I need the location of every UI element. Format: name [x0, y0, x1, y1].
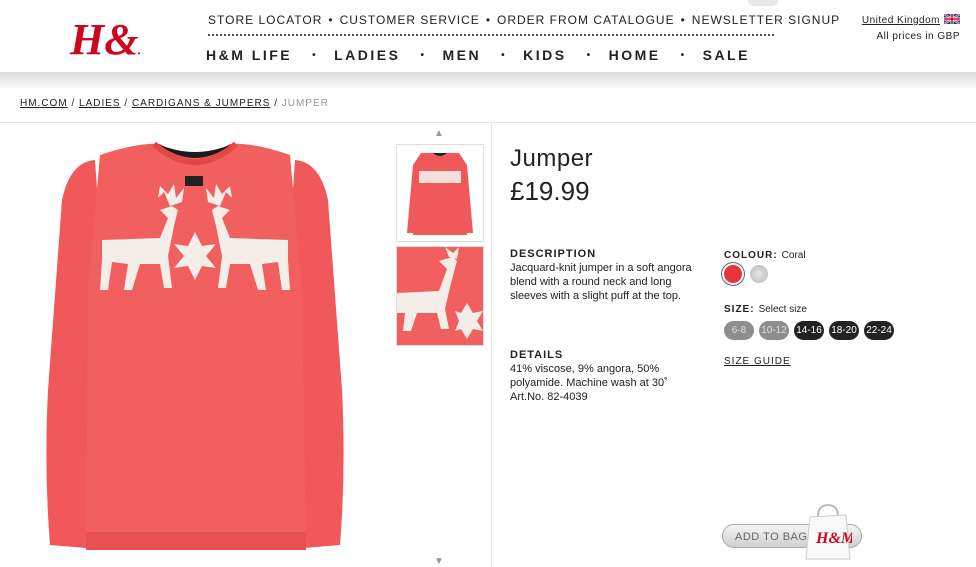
breadcrumb-current: JUMPER — [281, 98, 329, 109]
store-locator-link[interactable]: STORE LOCATOR — [208, 13, 322, 27]
size-options: 6-8 10-12 14-16 18-20 22-24 — [724, 320, 899, 340]
customer-service-link[interactable]: CUSTOMER SERVICE — [340, 13, 480, 27]
breadcrumb-cardigans-jumpers[interactable]: CARDIGANS & JUMPERS — [132, 98, 270, 109]
product-thumbnail-detail[interactable] — [396, 246, 484, 346]
size-option-22-24[interactable]: 22-24 — [864, 321, 894, 340]
order-from-catalogue-link[interactable]: ORDER FROM CATALOGUE — [497, 13, 675, 27]
product-main-image[interactable] — [40, 140, 350, 560]
nav-divider — [208, 34, 774, 36]
site-header: H&M STORE LOCATOR • CUSTOMER SERVICE • ORDER… — [0, 0, 976, 72]
size-option-6-8[interactable]: 6-8 — [724, 321, 754, 340]
svg-text:H&M: H&M — [69, 15, 140, 62]
region-selector: United Kingdom All prices in GBP — [862, 14, 960, 42]
breadcrumb-separator: / — [274, 98, 278, 109]
nav-item-men[interactable]: MEN — [442, 47, 481, 63]
nav-separator: • — [680, 13, 686, 27]
product-thumbnail-image — [407, 153, 473, 235]
colour-swatch-coral[interactable] — [724, 265, 742, 283]
header-shadow — [0, 72, 976, 88]
product-thumbnail-detail-image — [397, 247, 483, 345]
details-heading: DETAILS — [510, 349, 564, 361]
breadcrumb-separator: / — [71, 98, 76, 109]
newsletter-signup-link[interactable]: NEWSLETTER SIGNUP — [692, 13, 840, 27]
details-composition: 41% viscose, 9% angora, 50% polyamide. M… — [510, 363, 668, 389]
column-divider — [491, 122, 492, 567]
details-article-number: Art.No. 82-4039 — [510, 391, 588, 403]
colour-value: Coral — [781, 250, 806, 261]
nav-separator: • — [420, 50, 427, 61]
nav-separator: • — [328, 13, 334, 27]
description-heading: DESCRIPTION — [510, 248, 597, 260]
size-label: SIZE: Select size — [724, 304, 807, 315]
nav-item-hm-life[interactable]: H&M LIFE — [206, 47, 292, 63]
nav-separator: • — [680, 50, 687, 61]
svg-text:H&M: H&M — [815, 530, 852, 547]
uk-flag-icon — [944, 14, 960, 24]
breadcrumb-hm-com[interactable]: HM.COM — [20, 98, 68, 109]
nav-separator: • — [501, 50, 508, 61]
size-option-14-16[interactable]: 14-16 — [794, 321, 824, 340]
nav-item-sale[interactable]: SALE — [703, 47, 750, 63]
shopping-bag-tab-icon[interactable] — [748, 0, 778, 6]
description-text: Jacquard-knit jumper in a soft angora bl… — [510, 262, 692, 302]
thumbnail-down-arrow-icon[interactable]: ▼ — [434, 556, 444, 567]
breadcrumb-separator: / — [124, 98, 129, 109]
thumbnail-up-arrow-icon[interactable]: ▲ — [434, 128, 444, 139]
nav-item-ladies[interactable]: LADIES — [334, 47, 400, 63]
product-price: £19.99 — [510, 176, 590, 206]
nav-separator: • — [586, 50, 593, 61]
product-thumbnail[interactable] — [396, 144, 484, 242]
size-guide-link[interactable]: SIZE GUIDE — [724, 356, 791, 367]
currency-note: All prices in GBP — [876, 31, 960, 42]
main-nav: H&M LIFE • LADIES • MEN • KIDS • HOME • SALE — [206, 47, 754, 63]
nav-separator: • — [312, 50, 319, 61]
colour-swatch-grey[interactable] — [750, 265, 768, 283]
shopping-bag-icon[interactable]: H&M — [804, 503, 852, 561]
size-option-10-12[interactable]: 10-12 — [759, 321, 789, 340]
colour-label: COLOUR: Coral — [724, 250, 806, 261]
product-title: Jumper — [510, 145, 594, 172]
content-divider — [0, 122, 976, 123]
nav-item-kids[interactable]: KIDS — [523, 47, 566, 63]
hm-logo[interactable]: H&M — [68, 10, 140, 62]
utility-nav: STORE LOCATOR • CUSTOMER SERVICE • ORDER FRO… — [208, 13, 840, 27]
nav-separator: • — [485, 13, 492, 27]
breadcrumb: HM.COM / LADIES / CARDIGANS & JUMPERS / … — [20, 98, 329, 109]
size-option-18-20[interactable]: 18-20 — [829, 321, 859, 340]
size-hint: Select size — [758, 304, 807, 315]
country-link[interactable]: United Kingdom — [862, 15, 940, 26]
nav-item-home[interactable]: HOME — [609, 47, 661, 63]
breadcrumb-ladies[interactable]: LADIES — [79, 98, 121, 109]
